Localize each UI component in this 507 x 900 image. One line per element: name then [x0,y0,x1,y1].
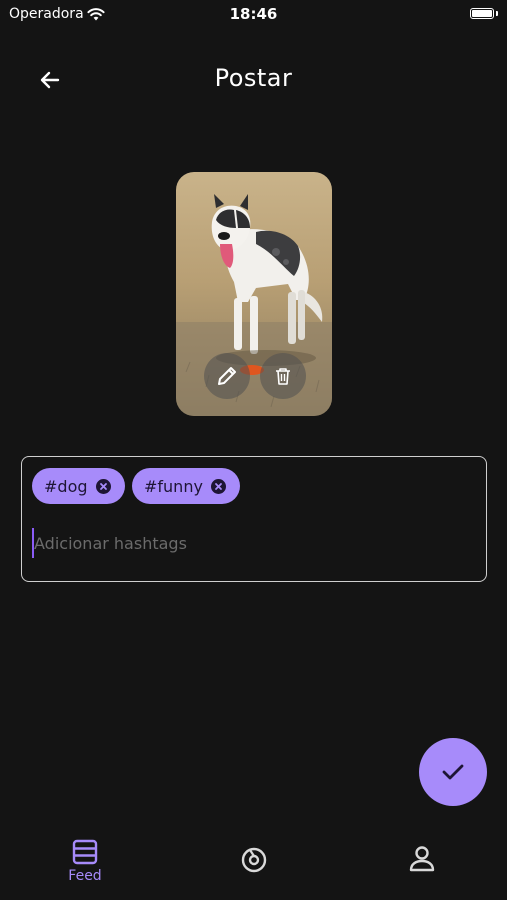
nav-item-explore[interactable] [224,846,284,874]
hashtag-chip-label: #funny [144,476,203,496]
edit-photo-button[interactable] [204,353,250,399]
hashtag-chip[interactable]: #dog [32,468,125,504]
confirm-post-button[interactable] [419,738,487,806]
pencil-icon [218,367,236,385]
status-time: 18:46 [229,5,278,23]
check-icon [442,764,464,780]
profile-icon [409,846,435,872]
trash-icon [276,368,290,385]
bottom-nav: Feed [0,828,507,900]
hashtag-input[interactable] [32,529,454,557]
status-bar: Operadora 18:46 [0,0,507,30]
close-circle-icon[interactable] [95,478,111,494]
explore-icon [241,847,267,873]
battery-tip [496,11,498,16]
close-circle-icon[interactable] [210,478,226,494]
delete-photo-button[interactable] [260,353,306,399]
feed-icon [72,839,98,865]
hashtag-chip[interactable]: #funny [132,468,240,504]
battery-icon [470,8,494,19]
dog-photo[interactable] [176,172,332,416]
hashtag-chip-label: #dog [44,476,88,496]
page-title: Postar [214,64,293,92]
hashtag-field[interactable]: #dog #funny [21,456,487,582]
nav-item-feed[interactable]: Feed [55,838,115,884]
nav-item-profile[interactable] [392,844,452,874]
nav-item-feed-label: Feed [68,868,102,884]
